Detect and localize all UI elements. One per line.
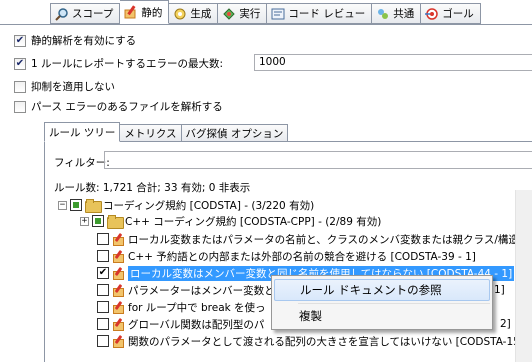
rule-icon <box>112 301 125 314</box>
tab-generate[interactable]: 生成 <box>169 3 219 24</box>
folder-open-icon <box>85 199 102 213</box>
menu-item-duplicate[interactable]: 複製 <box>274 305 490 327</box>
code-review-icon <box>271 7 285 21</box>
tree-rule-row[interactable]: for ループ中で break を使っ <box>97 299 266 315</box>
tab-rule-tree[interactable]: ルール ツリー <box>44 122 121 142</box>
rule-icon <box>112 250 125 263</box>
tree-node-label: ローカル変数またはパラメータの名前と、クラスのメンバ変数または親クラス/構造体の <box>128 233 532 246</box>
menu-separator <box>298 303 490 304</box>
tree-node-codsta-cpp[interactable]: + C++ コーディング規約 [CODSTA-CPP] - (2/89 有効) <box>80 213 381 229</box>
tree-checkbox[interactable] <box>97 284 109 296</box>
tab-metrics[interactable]: メトリクス <box>120 124 182 142</box>
tree-node-label: グローバル関数は配列型のパ <box>128 318 265 331</box>
tab-execute[interactable]: 実行 <box>218 3 268 24</box>
tree-node-label-tail: 1] <box>494 284 505 296</box>
tree-node-label: for ループ中で break を使っ <box>128 301 266 314</box>
no-suppress-option[interactable]: 抑制を適用しない <box>14 79 115 94</box>
tree-checkbox[interactable] <box>97 335 109 347</box>
tree-checkbox[interactable] <box>92 215 104 227</box>
max-errors-checkbox[interactable] <box>14 57 26 70</box>
tab-generate-label: 生成 <box>190 8 212 20</box>
tree-checkbox[interactable] <box>97 318 109 330</box>
tree-rule-row[interactable]: C++ 予約語との内部または外部の名前の競合を避ける [CODSTA-39 - … <box>97 248 476 264</box>
max-errors-option[interactable]: 1 ルールにレポートするエラーの最大数: <box>14 56 223 71</box>
menu-item-view-rule-docs[interactable]: ルール ドキュメントの参照 <box>274 279 490 301</box>
tab-code-review-label: コード レビュー <box>288 8 366 20</box>
max-errors-label: 1 ルールにレポートするエラーの最大数: <box>31 58 224 70</box>
tree-checkbox[interactable] <box>97 301 109 313</box>
rule-icon <box>112 284 125 297</box>
goal-icon <box>425 7 439 21</box>
parse-errors-label: パース エラーのあるファイルを解析する <box>31 101 223 113</box>
collapse-toggle[interactable]: − <box>58 200 67 210</box>
static-rule-icon <box>124 5 138 19</box>
enable-static-label: 静的解析を有効にする <box>31 35 137 47</box>
no-suppress-checkbox[interactable] <box>14 80 26 93</box>
tab-execute-label: 実行 <box>239 8 261 20</box>
parse-errors-option[interactable]: パース エラーのあるファイルを解析する <box>14 99 223 114</box>
tab-bugdetective-options[interactable]: バグ探偵 オプション <box>181 124 289 142</box>
tree-rule-row[interactable]: ローカル変数またはパラメータの名前と、クラスのメンバ変数または親クラス/構造体の <box>97 231 532 247</box>
tab-static[interactable]: 静的 <box>120 0 170 24</box>
tab-goal-label: ゴール <box>442 8 474 20</box>
inner-tab-strip: ルール ツリー メトリクス バグ探偵 オプション <box>44 122 289 142</box>
no-suppress-label: 抑制を適用しない <box>31 81 115 93</box>
execute-icon <box>222 7 236 21</box>
parse-errors-checkbox[interactable] <box>14 100 26 113</box>
filter-label: フィルター: <box>54 157 110 169</box>
main-tab-strip: スコープ 静的 生成 実行 コード レビュー 共通 ゴール <box>50 0 481 24</box>
tab-code-review[interactable]: コード レビュー <box>267 3 373 24</box>
rule-icon <box>112 267 125 280</box>
tree-node-codsta[interactable]: − コーディング規約 [CODSTA] - (3/220 有効) <box>58 197 314 213</box>
vertical-scrollbar[interactable] <box>515 190 532 362</box>
enable-static-checkbox[interactable] <box>14 34 26 47</box>
tab-common[interactable]: 共通 <box>372 3 422 24</box>
tree-node-label: 関数のパラメータとして渡される配列の大きさを宣言してはいけない [CODSTA-… <box>128 335 527 348</box>
tree-checkbox[interactable] <box>70 199 82 211</box>
max-errors-input[interactable]: 1000 <box>254 54 532 71</box>
expand-toggle[interactable]: + <box>80 216 89 226</box>
context-menu: ルール ドキュメントの参照 複製 <box>271 275 493 330</box>
tab-static-label: 静的 <box>141 6 163 19</box>
tree-rule-row[interactable]: グローバル関数は配列型のパ <box>97 316 264 332</box>
tree-checkbox[interactable] <box>97 233 109 245</box>
folder-icon <box>107 215 124 229</box>
tab-goal[interactable]: ゴール <box>421 3 481 24</box>
rule-count-text: ルール数: 1,721 合計; 33 有効; 0 非表示 <box>54 182 251 194</box>
rule-icon <box>112 335 125 348</box>
generate-icon <box>173 7 187 21</box>
tree-node-label: C++ 予約語との内部または外部の名前の競合を避ける [CODSTA-39 - … <box>128 250 476 263</box>
filter-input[interactable] <box>104 151 532 169</box>
magnifier-icon <box>55 7 69 21</box>
tab-strip-divider <box>0 24 532 25</box>
rule-icon <box>112 233 125 246</box>
tree-checkbox[interactable] <box>97 267 109 279</box>
tree-rule-row[interactable]: 関数のパラメータとして渡される配列の大きさを宣言してはいけない [CODSTA-… <box>97 333 527 349</box>
rule-new-icon <box>112 318 125 331</box>
tab-common-label: 共通 <box>393 8 415 20</box>
tree-rule-row[interactable]: パラメーターはメンバー変数と同じ <box>97 282 296 298</box>
tree-checkbox[interactable] <box>97 250 109 262</box>
tree-node-label: C++ コーディング規約 [CODSTA-CPP] - (2/89 有効) <box>125 215 382 228</box>
tab-scope[interactable]: スコープ <box>50 3 121 24</box>
tree-node-label: コーディング規約 [CODSTA] - (3/220 有効) <box>103 199 315 212</box>
tab-scope-label: スコープ <box>72 8 114 20</box>
enable-static-option[interactable]: 静的解析を有効にする <box>14 33 136 48</box>
tree-node-label-tail: 2] <box>500 318 511 330</box>
common-icon <box>376 7 390 21</box>
